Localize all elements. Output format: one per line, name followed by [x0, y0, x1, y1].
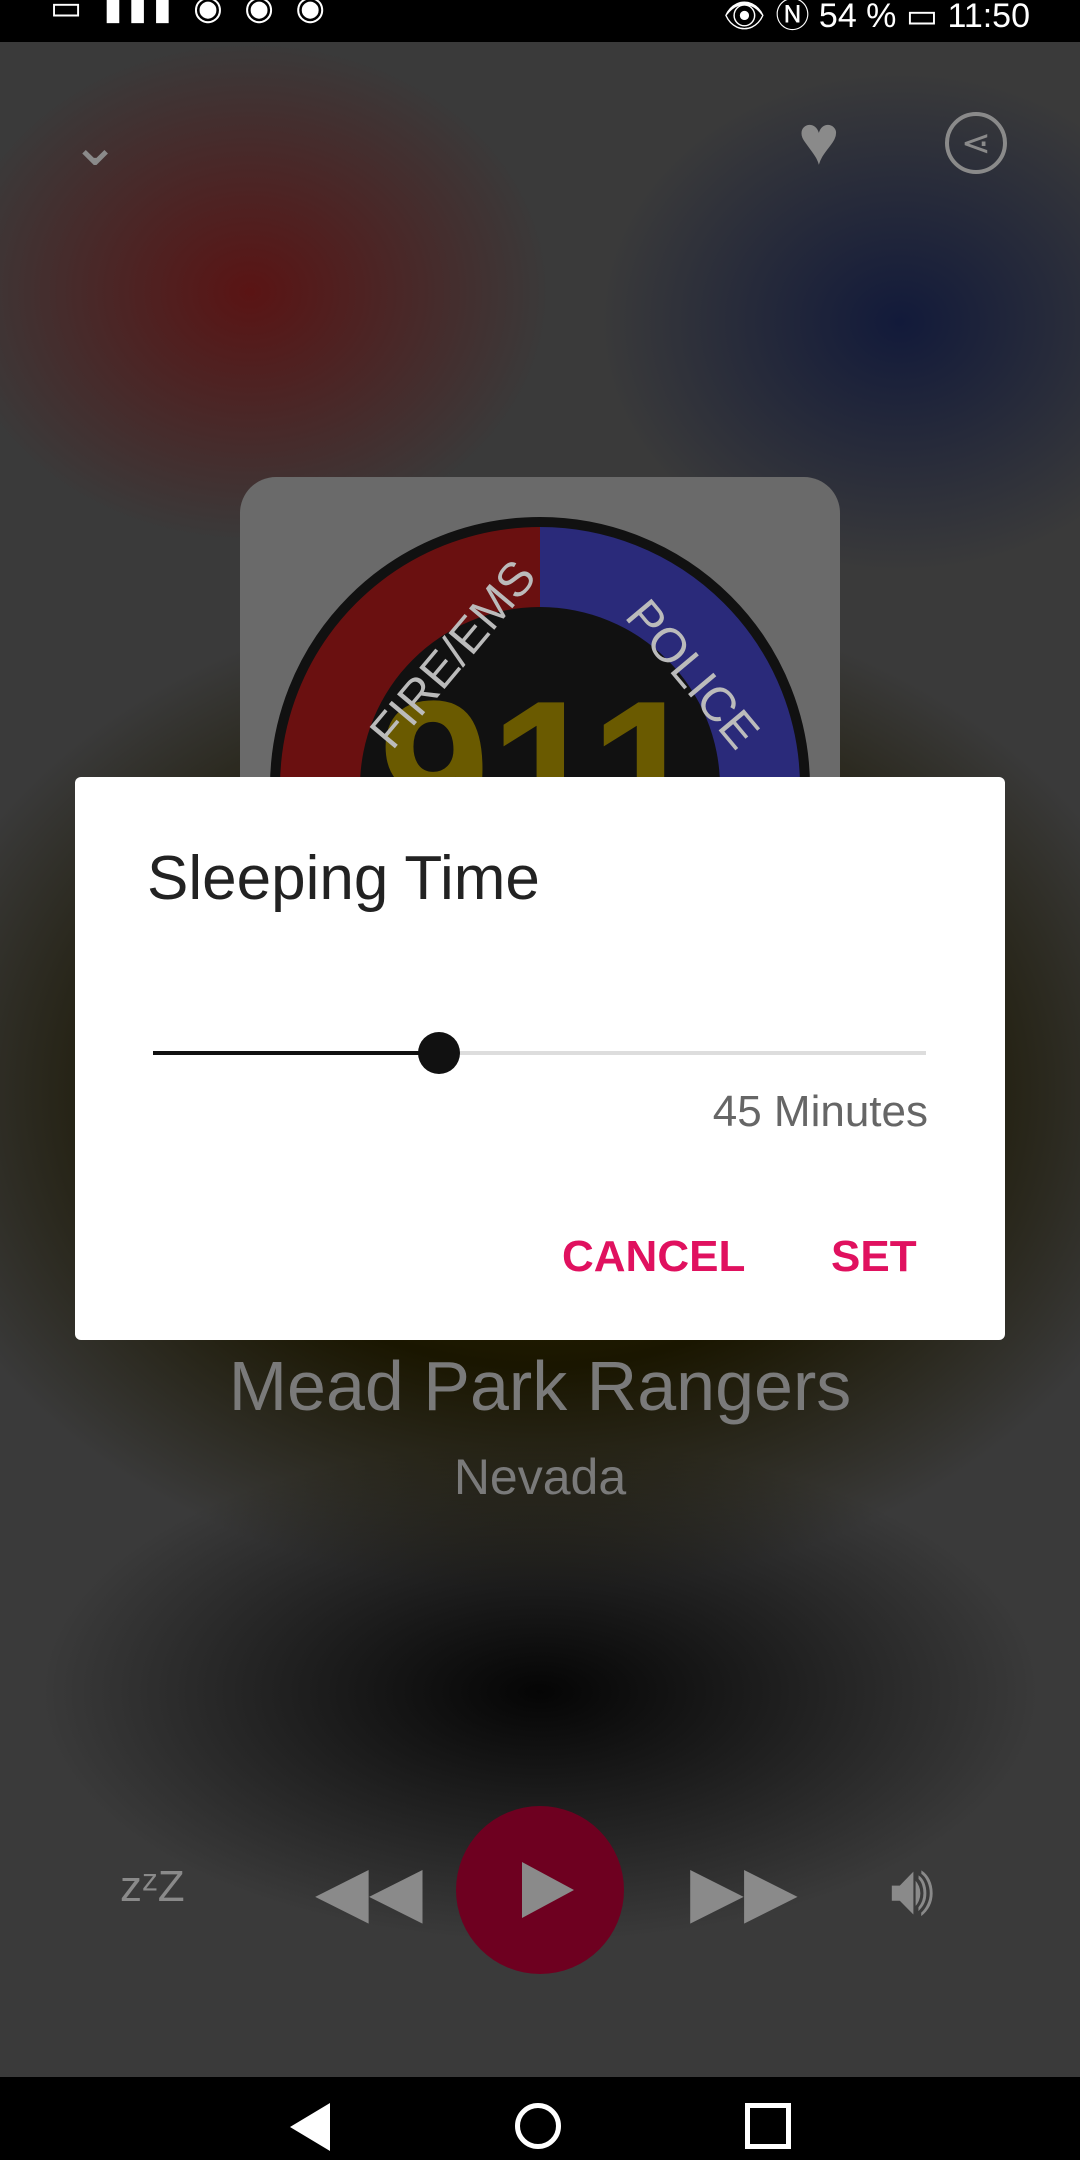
sleep-time-slider[interactable] [153, 1032, 926, 1074]
recents-icon[interactable] [745, 2103, 791, 2149]
back-icon[interactable] [290, 2103, 330, 2151]
dialog-title: Sleeping Time [147, 844, 540, 913]
set-button[interactable]: SET [831, 1232, 917, 1282]
navigation-bar [0, 2077, 1080, 2160]
slider-fill [153, 1051, 439, 1055]
sleep-timer-dialog: Sleeping Time 45 Minutes CANCEL SET [75, 777, 1005, 1340]
slider-thumb[interactable] [418, 1032, 460, 1074]
cancel-button[interactable]: CANCEL [562, 1232, 745, 1282]
slider-value-label: 45 Minutes [712, 1087, 928, 1136]
home-icon[interactable] [515, 2103, 561, 2149]
